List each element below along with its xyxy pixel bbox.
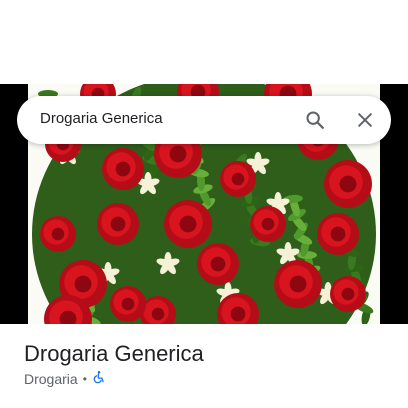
search-icon[interactable] xyxy=(301,106,329,134)
place-category: Drogaria xyxy=(24,370,78,387)
place-subtitle: Drogaria • xyxy=(24,370,106,387)
close-icon[interactable] xyxy=(351,106,379,134)
search-input[interactable]: Drogaria Generica xyxy=(40,110,163,127)
search-bar[interactable]: Drogaria Generica xyxy=(17,96,391,144)
separator-dot: • xyxy=(82,371,87,386)
place-title: Drogaria Generica xyxy=(24,341,204,366)
wheelchair-icon xyxy=(92,370,106,387)
